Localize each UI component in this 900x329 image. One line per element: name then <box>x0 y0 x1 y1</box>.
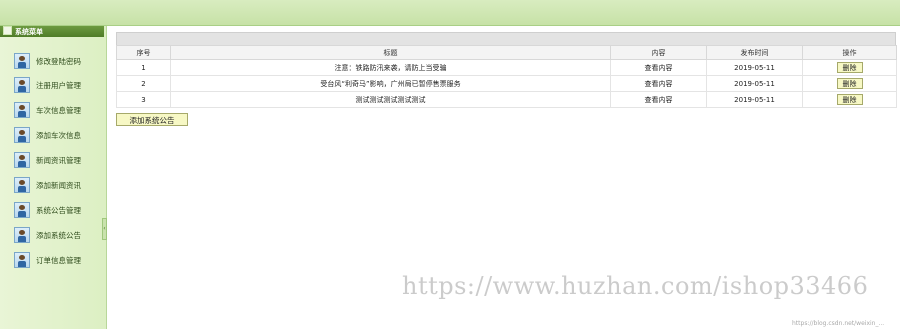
user-icon <box>14 252 30 268</box>
delete-button[interactable]: 删除 <box>836 62 863 73</box>
cell-title: 测试测试测试测试测试 <box>170 91 611 108</box>
table-row: 1 注意：铁路防汛来袭，请防上当受骗 查看内容 2019-05-11 删除 <box>116 59 897 76</box>
sidebar-title: 系统菜单 <box>15 28 43 36</box>
sidebar-item-label: 车次信息管理 <box>36 105 81 115</box>
user-icon <box>14 77 30 93</box>
cell-title: 受台风“利奇马”影响，广州局已暂停售票服务 <box>170 75 611 92</box>
column-header-title: 标题 <box>170 45 611 60</box>
watermark-small-text: https://blog.csdn.net/weixin_... <box>792 320 885 327</box>
table-toolbar <box>116 32 896 45</box>
sidebar-item-label: 订单信息管理 <box>36 255 81 265</box>
sidebar-item-notice-management[interactable]: 系统公告管理 <box>14 200 102 220</box>
sidebar-item-news-management[interactable]: 新闻资讯管理 <box>14 150 102 170</box>
main-content: 序号 标题 内容 发布时间 操作 1 注意：铁路防汛来袭，请防上当受骗 查看内容… <box>116 32 897 126</box>
sidebar-header: 系统菜单 <box>0 26 104 37</box>
top-banner <box>0 0 900 26</box>
user-icon <box>14 227 30 243</box>
sidebar-item-train-management[interactable]: 车次信息管理 <box>14 100 102 120</box>
add-notice-button[interactable]: 添加系统公告 <box>116 113 188 126</box>
sidebar-item-label: 系统公告管理 <box>36 205 81 215</box>
user-icon <box>14 202 30 218</box>
cell-date: 2019-05-11 <box>706 75 803 92</box>
column-header-content: 内容 <box>610 45 707 60</box>
sidebar: 系统菜单 修改登陆密码 注册用户管理 车次信息管理 添加车次信息 新闻资讯管理 … <box>0 26 107 329</box>
sidebar-item-order-management[interactable]: 订单信息管理 <box>14 250 102 270</box>
menu-icon <box>3 26 12 35</box>
view-content-link[interactable]: 查看内容 <box>645 64 673 72</box>
cell-action: 删除 <box>802 75 897 92</box>
sidebar-item-user-management[interactable]: 注册用户管理 <box>14 75 102 95</box>
table-row: 2 受台风“利奇马”影响，广州局已暂停售票服务 查看内容 2019-05-11 … <box>116 75 897 92</box>
table-row: 3 测试测试测试测试测试 查看内容 2019-05-11 删除 <box>116 91 897 108</box>
table-header-row: 序号 标题 内容 发布时间 操作 <box>116 45 897 60</box>
user-icon <box>14 127 30 143</box>
cell-content: 查看内容 <box>610 91 707 108</box>
sidebar-item-label: 添加新闻资讯 <box>36 180 81 190</box>
sidebar-item-label: 添加车次信息 <box>36 130 81 140</box>
delete-button[interactable]: 删除 <box>836 78 863 89</box>
cell-content: 查看内容 <box>610 75 707 92</box>
sidebar-item-add-train[interactable]: 添加车次信息 <box>14 125 102 145</box>
user-icon <box>14 102 30 118</box>
user-icon <box>14 177 30 193</box>
sidebar-collapse-handle[interactable]: ‹ <box>102 218 107 240</box>
cell-index: 3 <box>116 91 171 108</box>
view-content-link[interactable]: 查看内容 <box>645 96 673 104</box>
cell-content: 查看内容 <box>610 59 707 76</box>
cell-title: 注意：铁路防汛来袭，请防上当受骗 <box>170 59 611 76</box>
notice-table: 序号 标题 内容 发布时间 操作 1 注意：铁路防汛来袭，请防上当受骗 查看内容… <box>116 45 897 108</box>
cell-index: 2 <box>116 75 171 92</box>
column-header-action: 操作 <box>802 45 897 60</box>
column-header-date: 发布时间 <box>706 45 803 60</box>
user-icon <box>14 53 30 69</box>
watermark-text: https://www.huzhan.com/ishop33466 <box>402 272 869 300</box>
cell-action: 删除 <box>802 59 897 76</box>
column-header-index: 序号 <box>116 45 171 60</box>
cell-date: 2019-05-11 <box>706 59 803 76</box>
sidebar-item-add-news[interactable]: 添加新闻资讯 <box>14 175 102 195</box>
view-content-link[interactable]: 查看内容 <box>645 80 673 88</box>
sidebar-item-label: 修改登陆密码 <box>36 56 81 66</box>
sidebar-item-change-password[interactable]: 修改登陆密码 <box>14 51 102 71</box>
cell-date: 2019-05-11 <box>706 91 803 108</box>
sidebar-item-label: 新闻资讯管理 <box>36 155 81 165</box>
cell-action: 删除 <box>802 91 897 108</box>
sidebar-item-label: 注册用户管理 <box>36 80 81 90</box>
sidebar-item-add-notice[interactable]: 添加系统公告 <box>14 225 102 245</box>
delete-button[interactable]: 删除 <box>836 94 863 105</box>
sidebar-item-label: 添加系统公告 <box>36 230 81 240</box>
user-icon <box>14 152 30 168</box>
cell-index: 1 <box>116 59 171 76</box>
